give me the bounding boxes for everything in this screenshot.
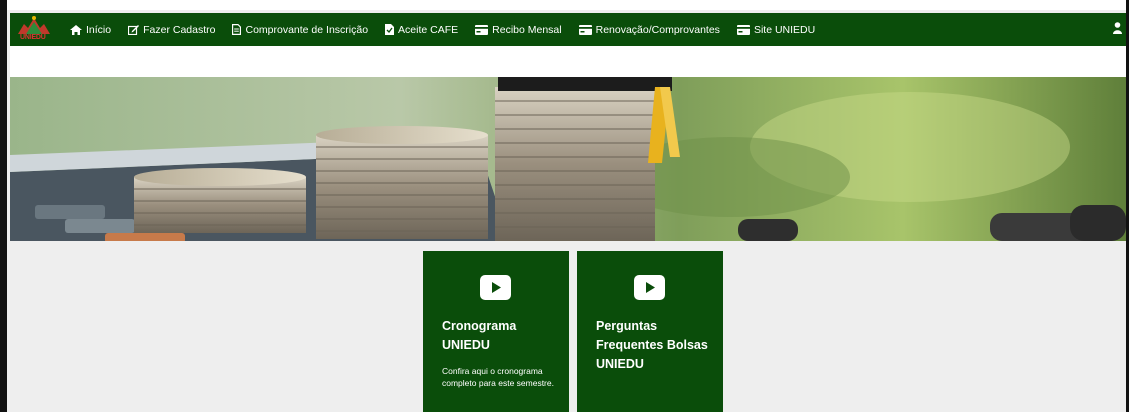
youtube-play-icon xyxy=(645,282,655,293)
spacer-band xyxy=(10,46,1126,77)
nav-item-label: Aceite CAFE xyxy=(398,23,459,36)
nav-item-aceite-cafe[interactable]: Aceite CAFE xyxy=(385,24,458,36)
edit-icon xyxy=(128,24,140,35)
nav-item-inicio[interactable]: Início xyxy=(70,24,111,36)
card-icon xyxy=(475,24,489,35)
coin-stack-1 xyxy=(134,168,306,233)
nav-item-fazer-cadastro[interactable]: Fazer Cadastro xyxy=(128,24,215,36)
nav-item-label: Fazer Cadastro xyxy=(143,23,216,36)
card-description: Confira aqui o cronograma completo para … xyxy=(442,366,554,388)
youtube-play-icon xyxy=(491,282,501,293)
nav-item-renovacao-comprovantes[interactable]: Renovação/Comprovantes xyxy=(578,23,720,36)
card-title: Cronograma UNIEDU xyxy=(442,319,517,352)
coins-graduation-cap-banner xyxy=(10,77,1126,241)
home-icon xyxy=(70,24,82,35)
card-icon xyxy=(736,24,750,35)
top-margin xyxy=(0,0,1129,10)
youtube-play-button[interactable] xyxy=(634,275,665,300)
document-icon xyxy=(232,24,242,35)
youtube-play-button[interactable] xyxy=(480,275,511,300)
card-title: Perguntas Frequentes Bolsas UNIEDU xyxy=(596,319,708,371)
document-check-icon xyxy=(385,24,395,35)
nav-item-comprovante-inscricao[interactable]: Comprovante de Inscrição xyxy=(232,24,368,36)
card-cronograma[interactable]: Cronograma UNIEDU Confira aqui o cronogr… xyxy=(423,251,569,412)
nav-item-label: Início xyxy=(86,23,112,36)
card-perguntas-frequentes[interactable]: Perguntas Frequentes Bolsas UNIEDU xyxy=(577,251,723,412)
nav-item-label: Site UNIEDU xyxy=(753,23,816,36)
logo-text: UNIEDU xyxy=(20,34,46,41)
coin-stack-3 xyxy=(495,87,655,241)
uniedu-logo[interactable]: UNIEDU xyxy=(16,13,56,46)
nav-item-label: Recibo Mensal xyxy=(492,23,562,36)
user-icon[interactable] xyxy=(1113,22,1122,34)
top-navbar: UNIEDU Início Fazer Cadastro Comprovante… xyxy=(10,13,1126,46)
nav-item-recibo-mensal[interactable]: Recibo Mensal xyxy=(475,23,562,36)
left-window-edge xyxy=(0,0,7,412)
hero-banner xyxy=(10,77,1126,241)
coin-stack-2 xyxy=(316,126,488,239)
card-icon xyxy=(578,24,592,35)
nav-item-label: Renovação/Comprovantes xyxy=(595,23,720,36)
video-cards: Cronograma UNIEDU Confira aqui o cronogr… xyxy=(423,251,731,412)
uniedu-logo-icon xyxy=(18,16,50,34)
nav-item-site-uniedu[interactable]: Site UNIEDU xyxy=(736,23,816,36)
nav-item-label: Comprovante de Inscrição xyxy=(245,23,369,36)
